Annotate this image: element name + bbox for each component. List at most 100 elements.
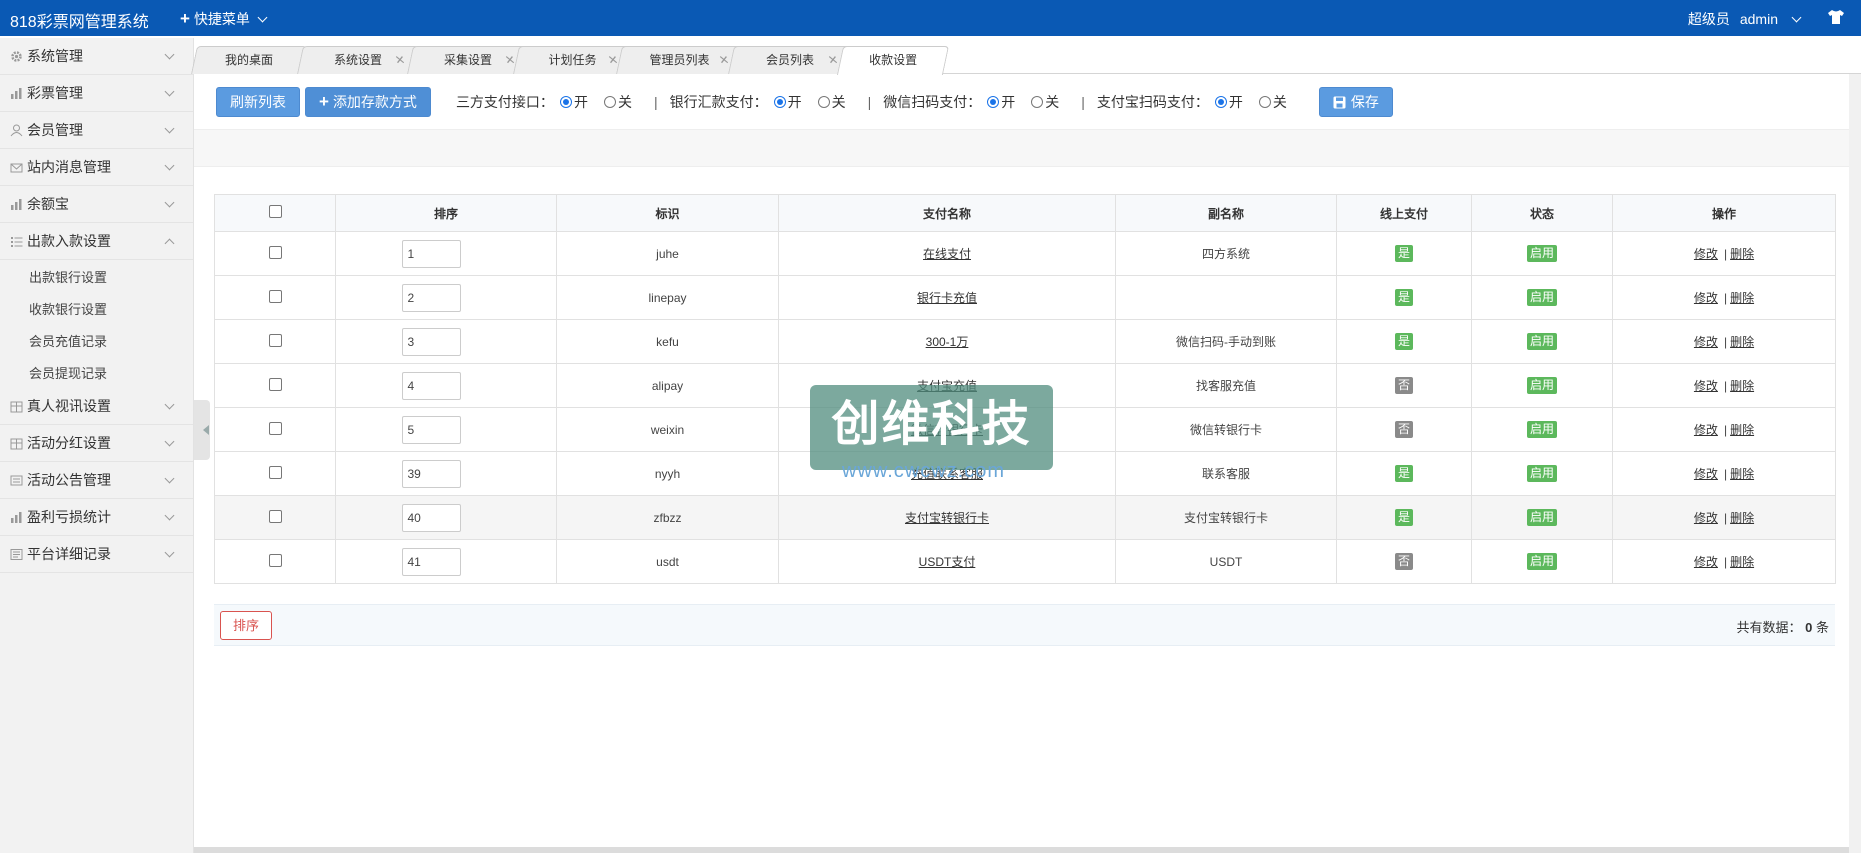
radio-on[interactable] xyxy=(1214,96,1227,108)
edit-link[interactable]: 修改 xyxy=(1694,379,1718,393)
add-deposit-method-button[interactable]: + 添加存款方式 xyxy=(305,87,431,117)
refresh-list-button[interactable]: 刷新列表 xyxy=(216,87,300,117)
row-checkbox[interactable] xyxy=(268,289,282,303)
table-row: 41 usdt USDT支付 USDT 否 启用 修改 | 删除 xyxy=(214,539,1836,584)
order-input[interactable]: 39 xyxy=(401,459,461,488)
delete-link[interactable]: 删除 xyxy=(1730,511,1754,525)
edit-link[interactable]: 修改 xyxy=(1694,291,1718,305)
chevron-down-icon xyxy=(164,49,175,60)
sidebar-item[interactable]: 余额宝 xyxy=(0,186,193,223)
delete-link[interactable]: 删除 xyxy=(1730,555,1754,569)
vertical-scrollbar[interactable] xyxy=(1849,74,1861,853)
status-badge[interactable]: 启用 xyxy=(1526,421,1557,438)
sidebar-item[interactable]: 盈利亏损统计 xyxy=(0,499,193,536)
sidebar-item[interactable]: 真人视讯设置 xyxy=(0,388,193,425)
radio-off[interactable] xyxy=(1258,96,1271,108)
status-badge[interactable]: 启用 xyxy=(1526,553,1557,570)
radio-on[interactable] xyxy=(773,96,786,108)
row-checkbox[interactable] xyxy=(268,377,282,391)
payment-name-link[interactable]: 银行卡充值 xyxy=(917,291,977,305)
row-checkbox[interactable] xyxy=(268,509,282,523)
select-all-checkbox[interactable] xyxy=(268,205,282,218)
payment-name-link[interactable]: USDT支付 xyxy=(919,555,976,569)
username: admin xyxy=(1739,11,1778,27)
order-cell: 39 xyxy=(335,451,557,496)
close-icon[interactable]: ✕ xyxy=(392,47,408,73)
status-badge[interactable]: 启用 xyxy=(1526,465,1557,482)
row-checkbox[interactable] xyxy=(268,421,282,435)
tab-1[interactable]: 我的桌面 xyxy=(191,46,307,74)
row-checkbox[interactable] xyxy=(268,553,282,567)
order-input[interactable]: 3 xyxy=(401,327,461,356)
order-input[interactable]: 2 xyxy=(401,283,461,312)
column-header: 支付名称 xyxy=(778,194,1116,232)
edit-link[interactable]: 修改 xyxy=(1694,467,1718,481)
sidebar-item-label: 会员管理 xyxy=(27,122,83,138)
delete-link[interactable]: 删除 xyxy=(1730,291,1754,305)
sidebar-subitem[interactable]: 收款银行设置 xyxy=(0,292,193,324)
status-badge[interactable]: 启用 xyxy=(1526,377,1557,394)
id-cell: zfbzz xyxy=(556,495,779,540)
delete-link[interactable]: 删除 xyxy=(1730,379,1754,393)
order-input[interactable]: 1 xyxy=(401,239,461,268)
order-input[interactable]: 4 xyxy=(401,371,461,400)
row-checkbox[interactable] xyxy=(268,465,282,479)
sidebar-item[interactable]: 出款入款设置 xyxy=(0,223,193,260)
sidebar-subitem[interactable]: 会员充值记录 xyxy=(0,324,193,356)
sidebar-item[interactable]: 站内消息管理 xyxy=(0,149,193,186)
status-badge[interactable]: 启用 xyxy=(1526,509,1557,526)
id-cell: weixin xyxy=(556,407,779,452)
edit-link[interactable]: 修改 xyxy=(1694,423,1718,437)
sidebar-item[interactable]: 系统管理 xyxy=(0,38,193,75)
radio-off[interactable] xyxy=(817,96,830,108)
row-checkbox[interactable] xyxy=(268,245,282,259)
edit-link[interactable]: 修改 xyxy=(1694,555,1718,569)
tab-3[interactable]: 采集设置 ✕ xyxy=(407,46,529,74)
tab-6[interactable]: 会员列表 ✕ xyxy=(728,46,852,74)
tab-5[interactable]: 管理员列表 ✕ xyxy=(616,46,743,74)
sidebar-collapse-handle[interactable] xyxy=(194,400,210,460)
order-input[interactable]: 40 xyxy=(401,503,461,532)
tab-label: 采集设置 ✕ xyxy=(411,47,525,73)
payment-name-link[interactable]: 300-1万 xyxy=(926,335,969,349)
radio-off[interactable] xyxy=(603,96,616,108)
tab-2[interactable]: 系统设置 ✕ xyxy=(297,46,419,74)
name-cell: USDT支付 xyxy=(778,539,1116,584)
radio-on[interactable] xyxy=(559,96,572,108)
radio-on[interactable] xyxy=(987,96,1000,108)
order-input[interactable]: 5 xyxy=(401,415,461,444)
edit-link[interactable]: 修改 xyxy=(1694,247,1718,261)
payment-name-link[interactable]: 在线支付 xyxy=(923,247,971,261)
sidebar-item[interactable]: 平台详细记录 xyxy=(0,536,193,573)
sort-button[interactable]: 排序 xyxy=(220,611,273,640)
order-input[interactable]: 41 xyxy=(401,547,461,576)
tab-4[interactable]: 计划任务 ✕ xyxy=(513,46,632,74)
row-checkbox[interactable] xyxy=(268,333,282,347)
status-badge[interactable]: 启用 xyxy=(1526,245,1557,262)
horizontal-scrollbar[interactable] xyxy=(194,847,1849,853)
sidebar-item[interactable]: 活动分红设置 xyxy=(0,425,193,462)
sidebar-item[interactable]: 会员管理 xyxy=(0,112,193,149)
delete-link[interactable]: 删除 xyxy=(1730,335,1754,349)
status-badge[interactable]: 启用 xyxy=(1526,289,1557,306)
edit-link[interactable]: 修改 xyxy=(1694,335,1718,349)
sidebar-item[interactable]: 活动公告管理 xyxy=(0,462,193,499)
edit-link[interactable]: 修改 xyxy=(1694,511,1718,525)
status-badge[interactable]: 启用 xyxy=(1526,333,1557,350)
delete-link[interactable]: 删除 xyxy=(1730,247,1754,261)
status-cell: 启用 xyxy=(1471,231,1613,276)
sidebar-subitem[interactable]: 出款银行设置 xyxy=(0,260,193,292)
payment-name-link[interactable]: 支付宝转银行卡 xyxy=(905,511,989,525)
quick-menu-button[interactable]: + 快捷菜单 xyxy=(180,9,269,29)
user-menu[interactable]: 超级员 admin xyxy=(1688,9,1803,29)
delete-link[interactable]: 删除 xyxy=(1730,467,1754,481)
select-cell xyxy=(214,363,336,408)
save-button[interactable]: 保存 xyxy=(1318,87,1393,117)
tab-7[interactable]: 收款设置 xyxy=(836,46,950,75)
sidebar-item[interactable]: 彩票管理 xyxy=(0,75,193,112)
sidebar-subitem[interactable]: 会员提现记录 xyxy=(0,356,193,388)
mail-icon xyxy=(10,161,23,174)
radio-off[interactable] xyxy=(1031,96,1044,108)
delete-link[interactable]: 删除 xyxy=(1730,423,1754,437)
skin-shirt-icon[interactable] xyxy=(1827,9,1845,25)
